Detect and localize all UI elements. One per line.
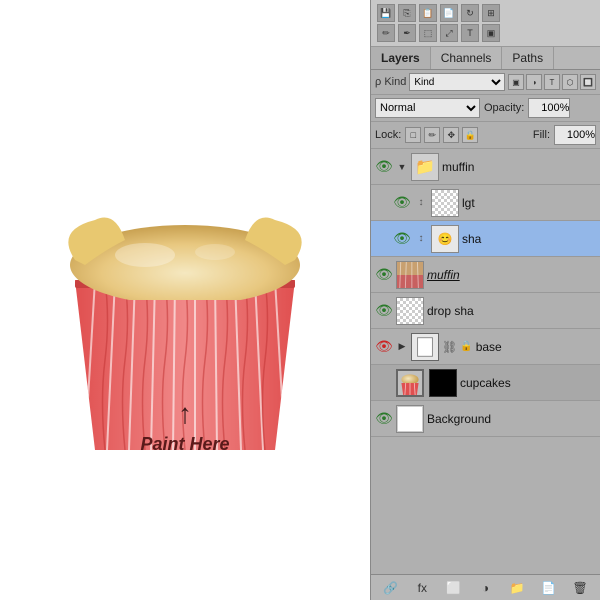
arrow-icon: ↑ xyxy=(178,398,192,430)
layer-base[interactable]: 👁 ▶ ⛓ 🔒 base xyxy=(371,329,600,365)
search-label: ρ Kind xyxy=(375,76,406,88)
eye-icon-cupcakes[interactable] xyxy=(375,374,393,392)
wand-icon[interactable]: T xyxy=(461,24,479,42)
opacity-input[interactable] xyxy=(528,98,570,118)
link-layers-icon[interactable]: 🔗 xyxy=(382,579,400,597)
layer-name-drop-sha: drop sha xyxy=(427,304,596,318)
layer-sha[interactable]: 👁 ↕ 😊 sha xyxy=(371,221,600,257)
rotate-icon[interactable]: ↻ xyxy=(461,4,479,22)
lock-icons: □ ✏ ✥ 🔒 xyxy=(405,127,478,143)
eye-icon-lgt[interactable]: 👁 xyxy=(393,194,411,212)
paint-here-label: Paint Here xyxy=(140,434,229,455)
tab-paths[interactable]: Paths xyxy=(502,47,554,69)
thumb-drop-sha xyxy=(396,297,424,325)
bottom-toolbar: 🔗 fx ⬜ ◑ 📁 📄 🗑 xyxy=(371,574,600,600)
opacity-label: Opacity: xyxy=(484,102,524,114)
search-bar: ρ Kind Kind ▣ ◑ T ⬡ 🔲 xyxy=(371,70,600,95)
eye-icon-background[interactable]: 👁 xyxy=(375,410,393,428)
filter-adj-icon[interactable]: ◑ xyxy=(526,74,542,90)
lock-move-icon[interactable]: ✥ xyxy=(443,127,459,143)
thumb-sha: 😊 xyxy=(431,225,459,253)
expand-icon-base[interactable]: ▶ xyxy=(396,341,408,353)
link-icon-sha: ↕ xyxy=(414,232,428,246)
tab-channels[interactable]: Channels xyxy=(431,47,503,69)
eye-icon-base[interactable]: 👁 xyxy=(375,338,393,356)
add-group-icon[interactable]: 📁 xyxy=(508,579,526,597)
lock-icon-base: 🔒 xyxy=(460,341,472,352)
filter-type-icon[interactable]: T xyxy=(544,74,560,90)
layer-background[interactable]: 👁 Background xyxy=(371,401,600,437)
expand-icon-muffin-group[interactable]: ▼ xyxy=(396,161,408,173)
toolbar-row-1: 💾 ⎘ 📋 📄 ↻ ⊞ xyxy=(377,4,594,22)
layer-name-sha: sha xyxy=(462,232,596,246)
panel-tabs: Layers Channels Paths xyxy=(371,47,600,70)
rect-icon[interactable]: ▣ xyxy=(482,24,500,42)
layer-name-lgt: lgt xyxy=(462,196,596,210)
eye-icon-drop-sha[interactable]: 👁 xyxy=(375,302,393,320)
add-style-icon[interactable]: fx xyxy=(413,579,431,597)
layers-list: 👁 ▼ 📁 muffin 👁 ↕ lgt 👁 ↕ 😊 sha xyxy=(371,149,600,574)
layer-cupcakes[interactable]: cupcakes xyxy=(371,365,600,401)
eye-icon-muffin-group[interactable]: 👁 xyxy=(375,158,393,176)
thumb-muffin-group: 📁 xyxy=(411,153,439,181)
thumb-muffin-layer xyxy=(396,261,424,289)
thumb-base xyxy=(411,333,439,361)
crop-icon[interactable]: ⤢ xyxy=(440,24,458,42)
select-icon[interactable]: ⬚ xyxy=(419,24,437,42)
delete-layer-icon[interactable]: 🗑 xyxy=(571,579,589,597)
add-mask-icon[interactable]: ⬜ xyxy=(445,579,463,597)
thumb-cupcakes-black xyxy=(429,369,457,397)
fill-label: Fill: xyxy=(533,129,550,141)
kind-select[interactable]: Kind xyxy=(409,73,505,91)
save-icon[interactable]: 💾 xyxy=(377,4,395,22)
top-toolbar: 💾 ⎘ 📋 📄 ↻ ⊞ ✏ ✒ ⬚ ⤢ T ▣ xyxy=(371,0,600,47)
chain-icon-base: ⛓ xyxy=(442,340,457,354)
layer-drop-sha[interactable]: 👁 drop sha xyxy=(371,293,600,329)
add-layer-icon[interactable]: 📄 xyxy=(540,579,558,597)
layer-name-muffin-layer: muffin xyxy=(427,268,596,282)
thumb-background xyxy=(396,405,424,433)
link-icon-lgt: ↕ xyxy=(414,196,428,210)
paste-icon[interactable]: 📋 xyxy=(419,4,437,22)
layer-name-base: base xyxy=(476,340,596,354)
thumb-cupcakes xyxy=(396,369,424,397)
eye-icon-sha[interactable]: 👁 xyxy=(393,230,411,248)
cupcake-image: ↑ Paint Here xyxy=(55,210,315,510)
lock-label: Lock: xyxy=(375,129,401,141)
grid-icon[interactable]: ⊞ xyxy=(482,4,500,22)
lock-all-icon[interactable]: 🔒 xyxy=(462,127,478,143)
filter-smart-icon[interactable]: 🔲 xyxy=(580,74,596,90)
lock-paint-icon[interactable]: ✏ xyxy=(424,127,440,143)
brush-icon[interactable]: ✏ xyxy=(377,24,395,42)
lock-row: Lock: □ ✏ ✥ 🔒 Fill: xyxy=(371,122,600,149)
layer-muffin-group[interactable]: 👁 ▼ 📁 muffin xyxy=(371,149,600,185)
tab-layers[interactable]: Layers xyxy=(371,47,431,69)
eye-icon-muffin-layer[interactable]: 👁 xyxy=(375,266,393,284)
file-icon[interactable]: 📄 xyxy=(440,4,458,22)
toolbar-row-2: ✏ ✒ ⬚ ⤢ T ▣ xyxy=(377,24,594,42)
filter-pixel-icon[interactable]: ▣ xyxy=(508,74,524,90)
filter-shape-icon[interactable]: ⬡ xyxy=(562,74,578,90)
layer-lgt[interactable]: 👁 ↕ lgt xyxy=(371,185,600,221)
blend-mode-select[interactable]: Normal Multiply Screen xyxy=(375,98,480,118)
layers-panel: 💾 ⎘ 📋 📄 ↻ ⊞ ✏ ✒ ⬚ ⤢ T ▣ Layers Channels … xyxy=(370,0,600,600)
add-adjustment-icon[interactable]: ◑ xyxy=(476,579,494,597)
lock-transparent-icon[interactable]: □ xyxy=(405,127,421,143)
layer-muffin-layer[interactable]: 👁 muffin xyxy=(371,257,600,293)
pen-icon[interactable]: ✒ xyxy=(398,24,416,42)
layer-name-muffin-group: muffin xyxy=(442,160,596,174)
search-icons: ▣ ◑ T ⬡ 🔲 xyxy=(508,74,596,90)
thumb-lgt xyxy=(431,189,459,217)
frosting-svg xyxy=(65,210,305,300)
copy-icon[interactable]: ⎘ xyxy=(398,4,416,22)
layer-name-cupcakes: cupcakes xyxy=(460,376,596,390)
fill-input[interactable] xyxy=(554,125,596,145)
layer-name-background: Background xyxy=(427,412,596,426)
blend-row: Normal Multiply Screen Opacity: xyxy=(371,95,600,122)
canvas-area: ↑ Paint Here xyxy=(0,0,370,600)
